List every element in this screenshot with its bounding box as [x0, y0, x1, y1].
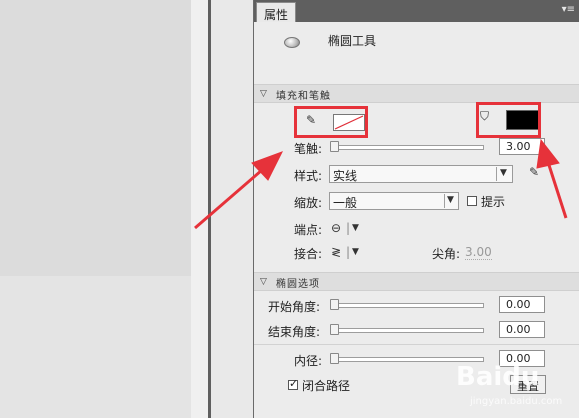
- start-angle-slider-track[interactable]: [332, 303, 484, 308]
- stage-pasteboard: [0, 276, 191, 418]
- stage-scroll-gutter[interactable]: [191, 0, 208, 418]
- panel-tab-strip: 属性 ▾≡: [254, 0, 579, 22]
- close-path-checkbox[interactable]: [288, 377, 298, 390]
- section-oval-options[interactable]: ▽ 椭圆选项: [254, 272, 579, 291]
- stroke-width-input[interactable]: 3.00: [499, 138, 545, 155]
- start-angle-slider-thumb[interactable]: [330, 299, 339, 310]
- join-label: 接合:: [294, 247, 323, 261]
- separator: [254, 344, 579, 345]
- scale-dropdown[interactable]: 一般 ▼: [329, 192, 459, 210]
- chevron-down-icon: ▼: [447, 195, 454, 205]
- style-value: 实线: [333, 169, 358, 183]
- scale-label: 缩放:: [294, 196, 323, 210]
- watermark-logo: Baidu: [456, 362, 540, 392]
- tab-properties-label: 属性: [264, 8, 289, 22]
- section-fill-stroke-title: 填充和笔触: [276, 91, 331, 102]
- section-fill-stroke[interactable]: ▽ 填充和笔触: [254, 84, 579, 103]
- oval-tool-icon: [284, 37, 300, 48]
- section-oval-options-title: 椭圆选项: [276, 279, 320, 290]
- watermark-url: jingyan.baidu.com: [470, 396, 563, 407]
- annotation-box-fill: [476, 102, 541, 138]
- cap-divider: |: [346, 221, 351, 235]
- end-angle-input[interactable]: 0.00: [499, 321, 545, 338]
- tool-name: 椭圆工具: [328, 34, 377, 48]
- stroke-label: 笔触:: [294, 142, 323, 156]
- collapse-triangle-icon[interactable]: ▽: [260, 89, 267, 99]
- hint-checkbox[interactable]: [467, 196, 477, 206]
- end-angle-slider-track[interactable]: [332, 328, 484, 333]
- chevron-down-icon[interactable]: ▼: [352, 223, 359, 233]
- join-divider: |: [346, 245, 351, 259]
- style-label: 样式:: [294, 169, 323, 183]
- style-dropdown-sep: [496, 167, 497, 181]
- end-angle-slider-thumb[interactable]: [330, 324, 339, 335]
- panel-gap: [211, 0, 253, 418]
- miter-value: 3.00: [465, 245, 492, 260]
- inner-radius-slider-thumb[interactable]: [330, 353, 339, 364]
- chevron-down-icon[interactable]: ▼: [352, 247, 359, 257]
- scale-value: 一般: [333, 196, 358, 210]
- stroke-slider-track[interactable]: [332, 145, 484, 150]
- chevron-down-icon: ▼: [500, 168, 507, 178]
- stroke-slider-thumb[interactable]: [330, 141, 339, 152]
- tab-properties[interactable]: 属性: [256, 2, 296, 22]
- panel-menu-icon[interactable]: ▾≡: [562, 4, 575, 15]
- close-path-label: 闭合路径: [302, 379, 351, 393]
- miter-label: 尖角:: [432, 247, 461, 261]
- cap-label: 端点:: [294, 223, 323, 237]
- edit-pencil-icon[interactable]: ✎: [529, 165, 539, 179]
- collapse-triangle-icon[interactable]: ▽: [260, 277, 267, 287]
- end-angle-label: 结束角度:: [268, 325, 321, 339]
- start-angle-label: 开始角度:: [268, 300, 321, 314]
- start-angle-input[interactable]: 0.00: [499, 296, 545, 313]
- hint-label: 提示: [481, 195, 506, 209]
- round-join-icon[interactable]: ≷: [331, 245, 341, 259]
- round-cap-icon[interactable]: ⊖: [331, 221, 341, 235]
- style-dropdown[interactable]: 实线 ▼: [329, 165, 513, 183]
- inner-radius-label: 内径:: [294, 354, 323, 368]
- annotation-box-stroke: [294, 106, 368, 138]
- properties-panel: 属性 ▾≡ 椭圆工具 ▽ 填充和笔触 ✎ ⛉ 笔触: 3.00 样式: 实线 ▼…: [253, 0, 579, 418]
- scale-dropdown-sep: [444, 194, 445, 208]
